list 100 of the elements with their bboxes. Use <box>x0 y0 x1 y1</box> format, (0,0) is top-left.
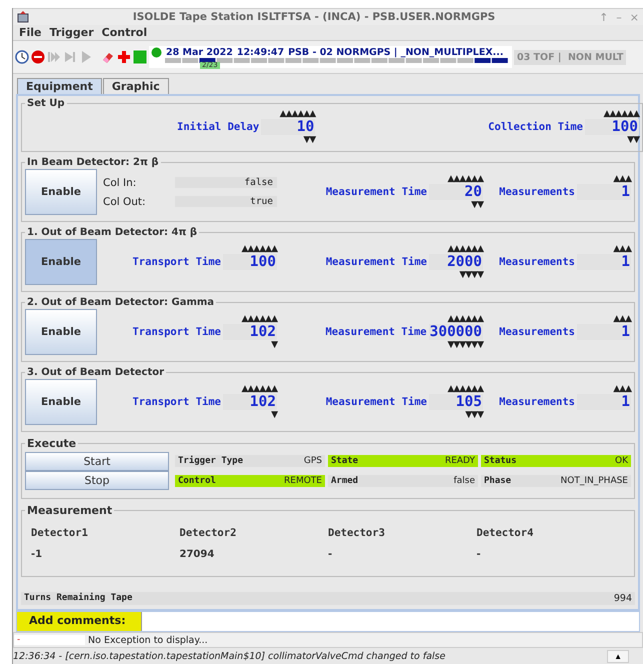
decrement-arrows[interactable]: ▼▼ <box>627 135 639 145</box>
decrement-arrows[interactable]: ▼ <box>271 340 277 350</box>
section-title: 1. Out of Beam Detector: 4π β <box>26 227 198 238</box>
plus-icon[interactable] <box>117 50 131 64</box>
section-title: Measurement <box>26 504 114 517</box>
tape-label: Turns Remaining Tape <box>24 593 132 604</box>
number-field[interactable]: 102 <box>223 324 277 340</box>
table-cell-text: 27094 <box>180 549 216 560</box>
valve-label: Col Out: <box>103 196 147 208</box>
increment-arrows[interactable]: ▲▲▲ <box>613 244 631 254</box>
number-field[interactable]: 100 <box>223 254 277 270</box>
number-field[interactable]: 20 <box>429 184 483 200</box>
tab[interactable]: Equipment <box>17 78 102 94</box>
square-icon[interactable] <box>133 50 147 64</box>
field-label: Measurement Time <box>326 256 427 268</box>
decrement-arrows[interactable]: ▼ <box>271 410 277 420</box>
status-label: Armed <box>331 475 358 487</box>
number-field[interactable]: 105 <box>429 394 483 410</box>
field-label: Measurement Time <box>326 186 427 198</box>
decrement-arrows[interactable]: ▼▼▼▼▼▼ <box>447 340 483 350</box>
enable-button[interactable]: Enable <box>25 239 97 285</box>
status-label: Control <box>178 475 216 487</box>
status-label: State <box>331 455 358 467</box>
expand-button[interactable]: ▲ <box>607 650 629 662</box>
table-cell-text: -1 <box>31 549 44 560</box>
section-title: In Beam Detector: 2π β <box>26 157 160 168</box>
menu-item[interactable]: File <box>19 26 42 39</box>
increment-arrows[interactable]: ▲▲▲▲▲▲ <box>447 244 483 254</box>
number-field[interactable]: 100 <box>585 119 639 135</box>
section-title: 3. Out of Beam Detector <box>26 367 166 378</box>
eraser-icon[interactable] <box>101 50 115 64</box>
status-label: Status <box>484 455 517 467</box>
section-title: 2. Out of Beam Detector: Gamma <box>26 297 216 308</box>
command-button[interactable]: Stop <box>25 471 169 490</box>
valve-label: Col In: <box>103 176 138 188</box>
field-label: Measurements <box>499 256 575 268</box>
status-label: Trigger Type <box>178 455 244 467</box>
field-label: Transport Time <box>132 256 221 268</box>
increment-arrows[interactable]: ▲▲▲ <box>613 174 631 184</box>
table-cell-text: - <box>476 549 482 560</box>
tape-value: 994 <box>614 593 632 604</box>
section-title: Execute <box>26 437 78 450</box>
increment-arrows[interactable]: ▲▲▲ <box>613 314 631 324</box>
log-message: 12:36:34 - [cern.iso.tapestation.tapestationMain$10] collimatorValveCmd changed to false <box>13 650 446 662</box>
field-label: Transport Time <box>132 326 221 338</box>
field-label: Measurements <box>499 186 575 198</box>
field-label: Initial Delay <box>177 121 260 133</box>
enable-button[interactable]: Enable <box>25 309 97 355</box>
column-header: Detector2 <box>180 527 238 539</box>
increment-arrows[interactable]: ▲▲▲▲▲▲ <box>280 109 316 119</box>
section-title: Set Up <box>26 98 66 109</box>
stop-icon[interactable] <box>31 50 45 64</box>
field-label: Measurements <box>499 396 575 408</box>
number-field[interactable]: 1 <box>577 394 631 410</box>
status-value: READY <box>444 455 475 467</box>
field-label: Measurement Time <box>326 396 427 408</box>
number-field[interactable]: 102 <box>223 394 277 410</box>
tab[interactable]: Graphic <box>102 78 169 94</box>
increment-arrows[interactable]: ▲▲▲▲▲▲ <box>241 244 277 254</box>
menu-item[interactable]: Control <box>102 26 148 39</box>
increment-arrows[interactable]: ▲▲▲▲▲▲ <box>447 384 483 394</box>
decrement-arrows[interactable]: ▼▼▼ <box>465 410 483 420</box>
valve-value: false <box>175 177 277 188</box>
exception-code: - <box>14 635 85 645</box>
enable-button[interactable]: Enable <box>25 169 97 215</box>
decrement-arrows[interactable]: ▼▼▼▼ <box>459 270 483 280</box>
number-field[interactable]: 300000 <box>428 324 483 340</box>
cycle-time: 12:49:47 <box>236 47 284 58</box>
enable-button[interactable]: Enable <box>25 379 97 425</box>
number-field[interactable]: 1 <box>577 324 631 340</box>
window-title: ISOLDE Tape Station ISLTFTSA - (INCA) - PSB.USER.NORMGPS <box>132 11 496 23</box>
number-field[interactable]: 1 <box>577 254 631 270</box>
cycle-name: PSB - 02 NORMGPS | _NON_MULTIPLEX... <box>288 47 504 58</box>
increment-arrows[interactable]: ▲▲▲▲▲▲ <box>241 384 277 394</box>
column-header: Detector3 <box>328 527 386 539</box>
table-cell-text: - <box>328 549 334 560</box>
increment-arrows[interactable]: ▲▲▲ <box>613 384 631 394</box>
cycle-date: 28 Mar 2022 <box>166 47 233 58</box>
increment-arrows[interactable]: ▲▲▲▲▲▲ <box>241 314 277 324</box>
status-value: REMOTE <box>284 475 322 487</box>
number-field[interactable]: 1 <box>577 184 631 200</box>
decrement-arrows[interactable]: ▼▼ <box>471 200 483 210</box>
number-field[interactable]: 2000 <box>429 254 483 270</box>
status-value: GPS <box>304 455 322 467</box>
increment-arrows[interactable]: ▲▲▲▲▲▲ <box>447 174 483 184</box>
app-icon <box>17 11 29 23</box>
status-value: false <box>454 475 475 487</box>
increment-arrows[interactable]: ▲▲▲▲▲▲ <box>447 314 483 324</box>
clock-icon[interactable] <box>15 50 29 64</box>
column-header: Detector1 <box>31 527 89 539</box>
field-label: Transport Time <box>132 396 221 408</box>
menu-item[interactable]: Trigger <box>50 26 94 39</box>
command-button[interactable]: Start <box>25 452 169 471</box>
field-label: Collection Time <box>488 121 583 133</box>
increment-arrows[interactable]: ▲▲▲▲▲▲ <box>603 109 639 119</box>
status-label: Phase <box>484 475 512 487</box>
field-label: Measurement Time <box>325 326 427 338</box>
number-field[interactable]: 10 <box>261 119 316 135</box>
decrement-arrows[interactable]: ▼▼ <box>303 135 316 145</box>
status-value: OK <box>615 455 628 467</box>
